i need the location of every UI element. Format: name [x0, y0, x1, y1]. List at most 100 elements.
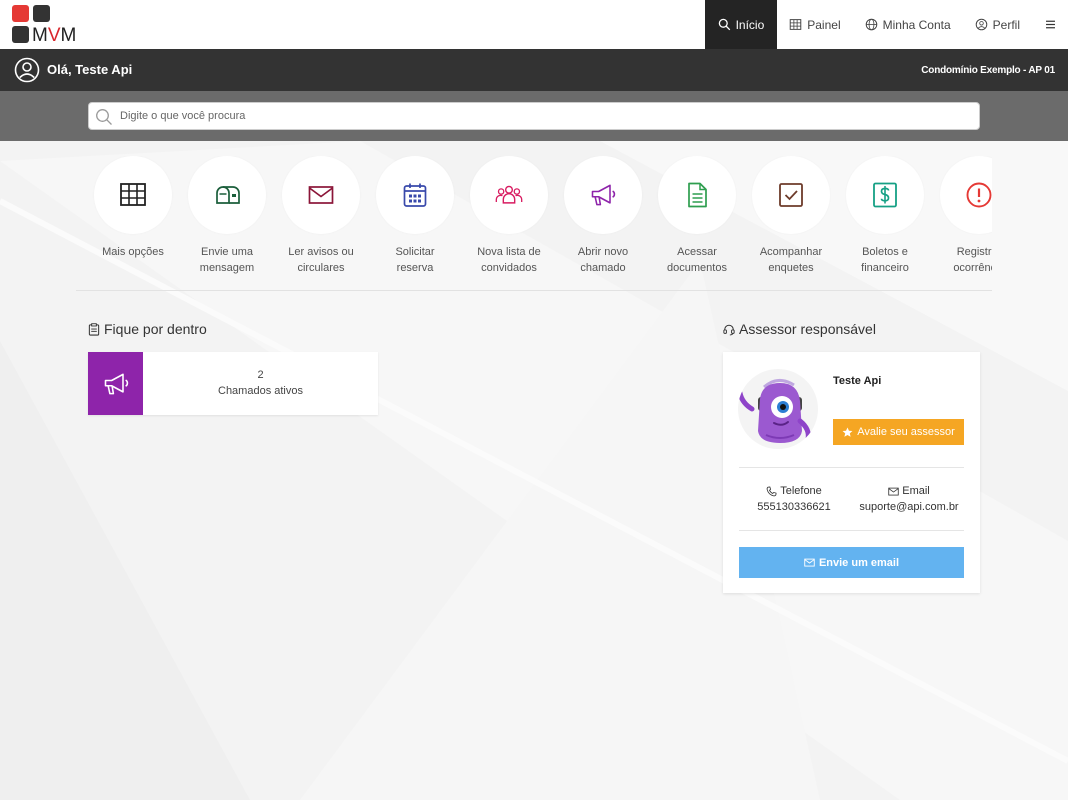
action-label: Acompanhar enquetes	[759, 246, 823, 274]
action-label: Ler avisos ou circulares	[288, 246, 354, 274]
calendar-icon	[403, 183, 427, 207]
user-avatar-icon[interactable]	[14, 57, 40, 83]
action-label: Abrir novo chamado	[577, 246, 629, 274]
assessor-divider	[739, 467, 964, 468]
nav-painel[interactable]: Painel	[777, 0, 852, 49]
action-icon-circle	[470, 156, 548, 234]
section-title-text: Fique por dentro	[104, 321, 207, 337]
phone-value: 555130336621	[757, 501, 831, 513]
menu-button[interactable]	[1032, 0, 1068, 49]
nav-perfil[interactable]: Perfil	[963, 0, 1032, 49]
action-icon-circle	[564, 156, 642, 234]
mvm-logo[interactable]: MVM	[12, 5, 82, 46]
action-boletos-financeiro[interactable]: Boletos e financeiro	[842, 156, 928, 276]
action-label: Registrarocorrência	[953, 246, 992, 274]
top-navbar: MVM Início Painel Minha Conta Perfil	[0, 0, 1068, 49]
nav-inicio[interactable]: Início	[704, 0, 778, 49]
email-value: suporte@api.com.br	[859, 501, 959, 513]
email-label: Email	[902, 485, 930, 497]
section-title-text: Assessor responsável	[739, 321, 876, 337]
hamburger-icon	[1045, 20, 1055, 29]
email-heading: Email	[854, 483, 964, 499]
group-icon	[495, 185, 523, 204]
action-envie-mensagem[interactable]: Envie uma mensagem	[184, 156, 270, 276]
envelope-icon	[308, 186, 334, 204]
action-lista-convidados[interactable]: Nova lista de convidados	[466, 156, 552, 276]
nav-label: Início	[735, 17, 765, 32]
action-acessar-documentos[interactable]: Acessar documentos	[654, 156, 740, 276]
globe-icon	[865, 18, 877, 31]
search-box	[88, 102, 980, 130]
section-divider	[76, 290, 992, 291]
action-label: Solicitar reserva	[395, 246, 435, 274]
search-icon	[96, 109, 112, 125]
main-nav: Início Painel Minha Conta Perfil	[704, 0, 1068, 49]
search-input[interactable]	[120, 107, 960, 125]
logo-text: MVM	[32, 25, 77, 46]
action-mais-opcoes[interactable]: Mais opções	[90, 156, 176, 260]
action-acompanhar-enquetes[interactable]: Acompanhar enquetes	[748, 156, 834, 276]
document-icon	[688, 182, 707, 208]
action-icon-circle	[940, 156, 992, 234]
action-label: Nova lista de convidados	[477, 246, 541, 274]
assessor-phone[interactable]: Telefone 555130336621	[739, 483, 849, 515]
action-label: Acessar documentos	[667, 246, 727, 274]
nav-label: Painel	[807, 17, 841, 32]
assessor-avatar	[738, 369, 818, 449]
nav-label: Minha Conta	[882, 17, 951, 32]
rate-assessor-button[interactable]: Avalie seu assessor	[833, 419, 964, 445]
phone-heading: Telefone	[739, 483, 849, 499]
assessor-card: Teste Api Avalie seu assessor Telefone 5…	[723, 352, 980, 593]
alert-icon	[966, 182, 992, 208]
chamados-label: Chamados ativos	[218, 385, 303, 397]
phone-label: Telefone	[780, 485, 822, 497]
mailbox-icon	[216, 186, 240, 204]
action-label: Envie uma mensagem	[199, 246, 255, 274]
action-label: Mais opções	[102, 246, 164, 258]
send-email-label: Envie um email	[818, 556, 900, 569]
fique-por-dentro-title: Fique por dentro	[88, 321, 207, 337]
greeting-text: Olá, Teste Api	[47, 62, 133, 77]
megaphone-icon	[591, 184, 616, 206]
send-email-button[interactable]: Envie um email	[739, 547, 964, 578]
chamados-count: 2	[257, 369, 264, 381]
quick-actions: Mais opções Envie uma mensagem Ler avisos…	[90, 156, 992, 276]
logo-square	[33, 5, 50, 22]
checkbox-icon	[779, 183, 803, 207]
clipboard-icon	[88, 322, 100, 336]
dollar-icon	[873, 182, 897, 208]
action-icon-circle	[188, 156, 266, 234]
action-icon-circle	[282, 156, 360, 234]
condominium-label[interactable]: Condomínio Exemplo - AP 01	[921, 65, 1055, 76]
headset-icon	[723, 324, 735, 335]
chamados-ativos-card[interactable]: 2 Chamados ativos	[88, 352, 378, 415]
action-registrar-ocorrencia[interactable]: Registrarocorrência	[936, 156, 992, 276]
action-icon-circle	[752, 156, 830, 234]
phone-icon	[766, 485, 777, 496]
assessor-title: Assessor responsável	[723, 321, 876, 337]
assessor-name: Teste Api	[833, 375, 882, 387]
nav-minha-conta[interactable]: Minha Conta	[853, 0, 963, 49]
logo-square	[12, 26, 29, 43]
action-icon-circle	[94, 156, 172, 234]
grid-icon	[789, 19, 802, 30]
search-icon	[718, 18, 730, 31]
star-icon	[842, 427, 853, 437]
action-abrir-chamado[interactable]: Abrir novo chamado	[560, 156, 646, 276]
card-icon-box	[88, 352, 143, 415]
megaphone-icon	[104, 373, 128, 394]
action-solicitar-reserva[interactable]: Solicitar reserva	[372, 156, 458, 276]
table-grid-icon	[120, 183, 146, 206]
assessor-email[interactable]: Email suporte@api.com.br	[854, 483, 964, 515]
rate-assessor-label: Avalie seu assessor	[857, 426, 955, 438]
user-circle-icon	[975, 18, 987, 31]
action-ler-avisos[interactable]: Ler avisos ou circulares	[278, 156, 364, 276]
greeting-bar: Olá, Teste Api Condomínio Exemplo - AP 0…	[0, 49, 1068, 91]
monster-mascot-icon	[738, 379, 811, 443]
assessor-divider	[739, 530, 964, 531]
logo-square	[12, 5, 29, 22]
envelope-icon	[888, 487, 899, 495]
search-band	[0, 91, 1068, 141]
action-icon-circle	[658, 156, 736, 234]
envelope-icon	[804, 558, 815, 567]
